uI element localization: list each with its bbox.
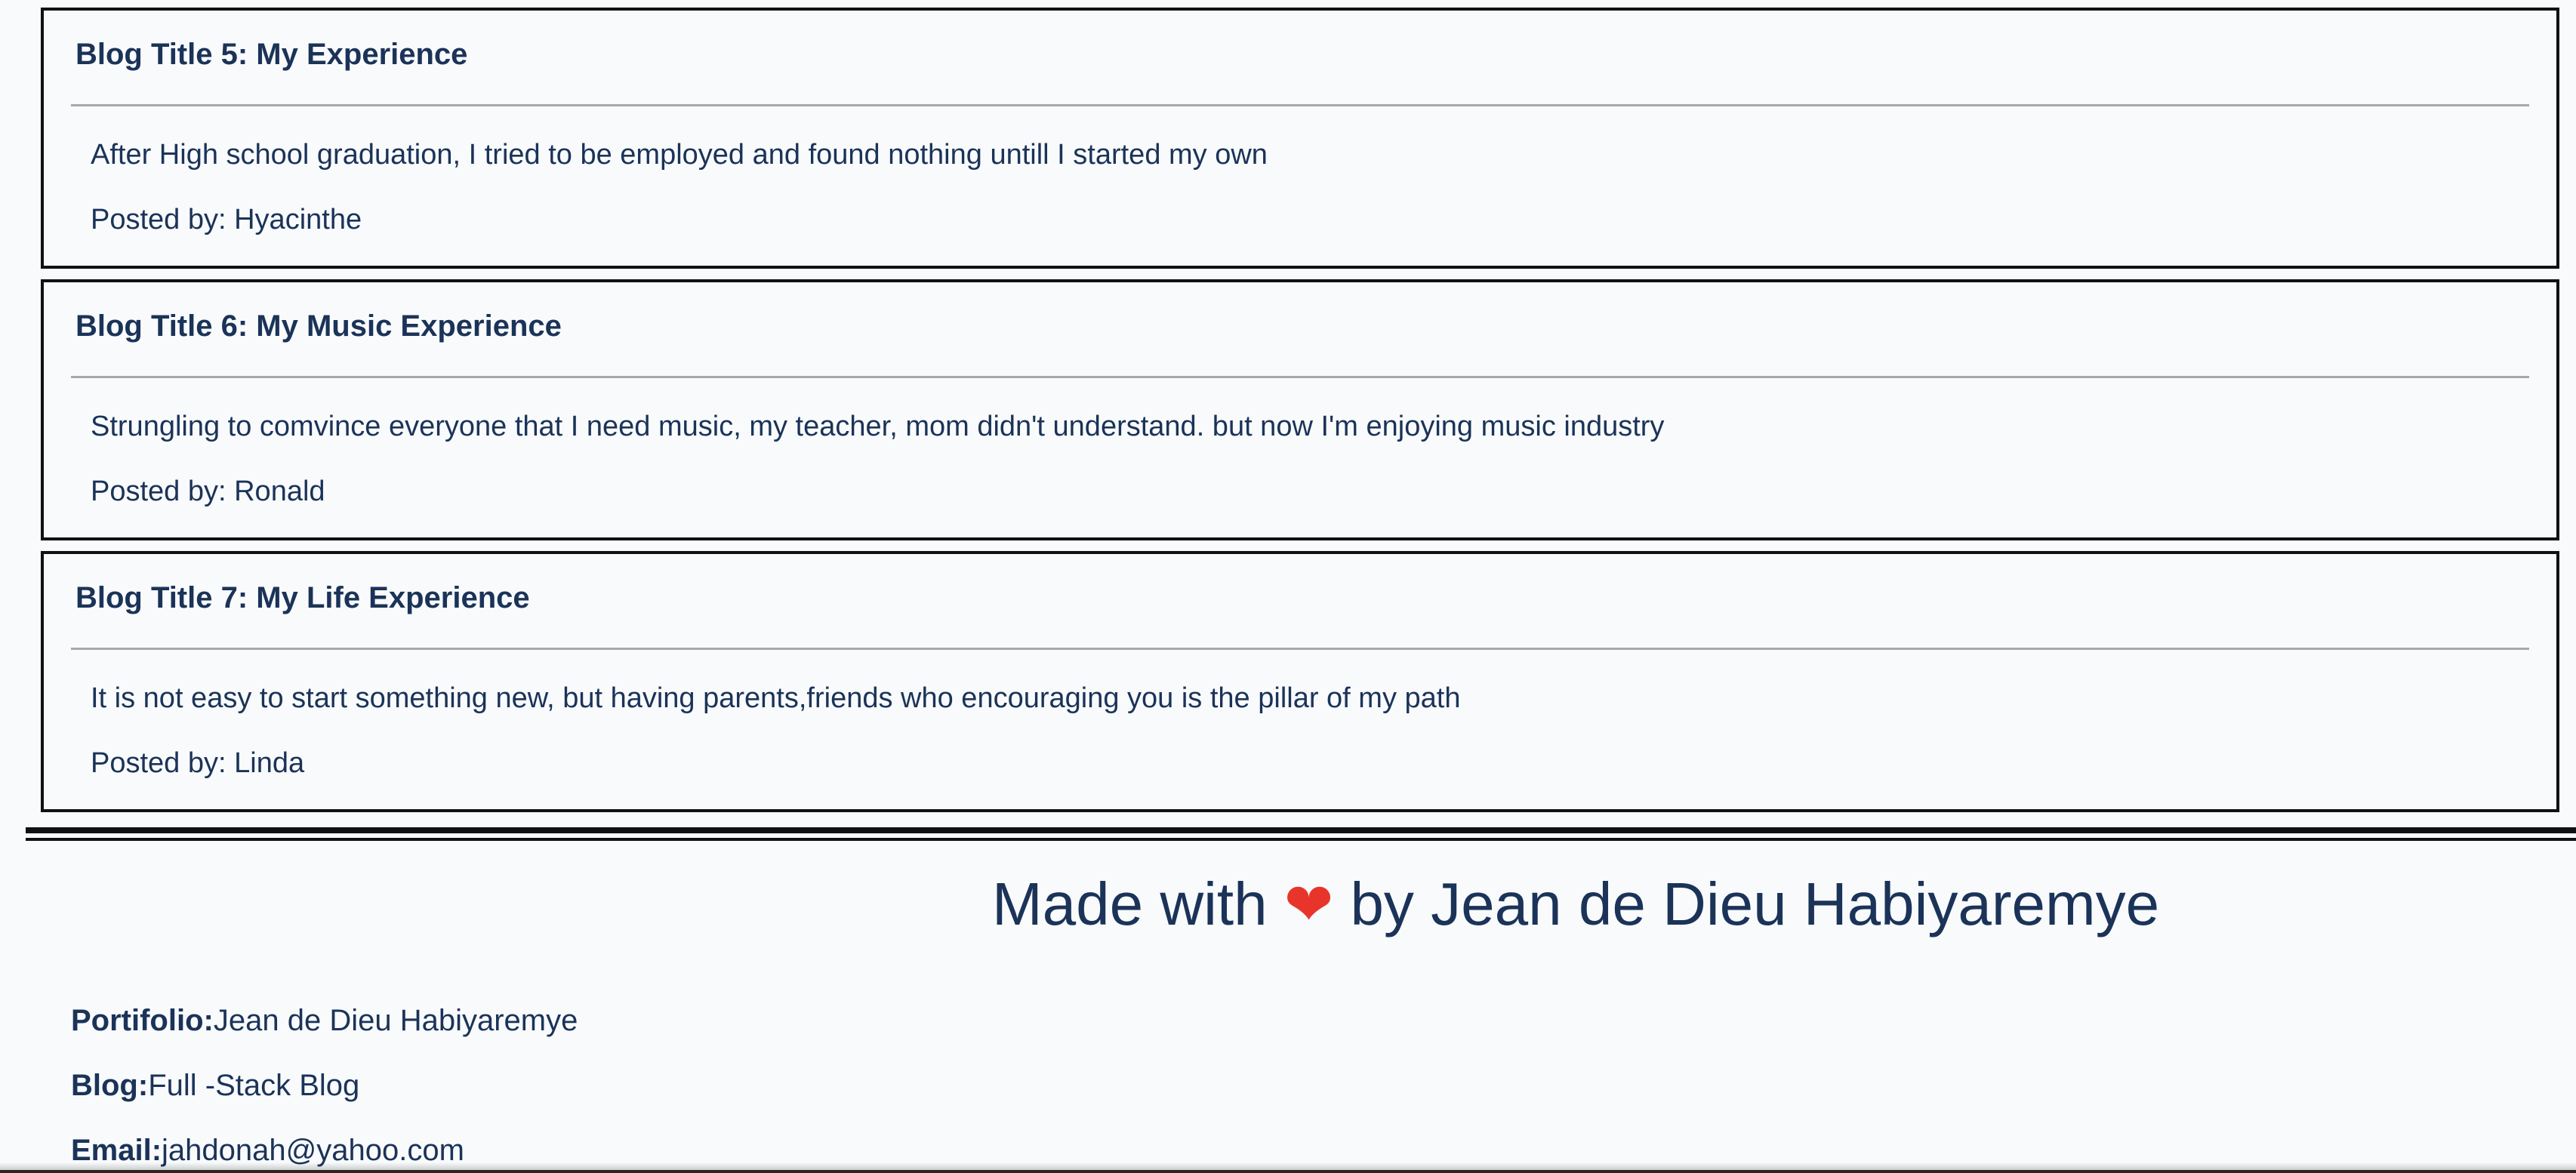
post-divider bbox=[71, 376, 2529, 378]
heart-icon: ❤ bbox=[1283, 871, 1334, 937]
blog-post-author: Posted by: Ronald bbox=[91, 476, 325, 507]
blog-post-author: Posted by: Hyacinthe bbox=[91, 204, 362, 236]
blog-label: Blog: bbox=[71, 1069, 149, 1102]
blog-post-title: Blog Title 6: My Music Experience bbox=[75, 309, 562, 343]
blog-post-title: Blog Title 7: My Life Experience bbox=[75, 581, 530, 614]
footer-blog: Blog:Full -Stack Blog bbox=[71, 1069, 359, 1103]
blog-link[interactable]: Full -Stack Blog bbox=[148, 1069, 359, 1102]
post-divider bbox=[71, 104, 2529, 106]
footer-portfolio: Portifolio:Jean de Dieu Habiyaremye bbox=[71, 1004, 578, 1038]
footer-credit-prefix: Made with bbox=[992, 870, 1268, 937]
window-bottom-edge bbox=[0, 1170, 2576, 1173]
post-divider bbox=[71, 648, 2529, 650]
blog-post-title: Blog Title 5: My Experience bbox=[75, 38, 468, 71]
footer-credit-suffix: by Jean de Dieu Habiyaremye bbox=[1350, 870, 2160, 937]
blog-post-body: Strungling to comvince everyone that I n… bbox=[91, 411, 1665, 442]
blog-post-author: Posted by: Linda bbox=[91, 747, 305, 779]
page: Blog Title 5: My Experience After High s… bbox=[0, 0, 2576, 1173]
blog-post-body: It is not easy to start something new, b… bbox=[91, 682, 1461, 714]
portfolio-link[interactable]: Jean de Dieu Habiyaremye bbox=[214, 1004, 578, 1037]
blog-post-card: Blog Title 7: My Life Experience It is n… bbox=[41, 551, 2559, 812]
blog-post-card: Blog Title 5: My Experience After High s… bbox=[41, 8, 2559, 269]
footer-divider bbox=[26, 827, 2576, 841]
blog-post-list: Blog Title 5: My Experience After High s… bbox=[41, 8, 2559, 823]
blog-post-body: After High school graduation, I tried to… bbox=[91, 139, 1268, 171]
portfolio-label: Portifolio: bbox=[71, 1004, 214, 1037]
footer-credit: Made with ❤ by Jean de Dieu Habiyaremye bbox=[992, 870, 2159, 939]
blog-post-card: Blog Title 6: My Music Experience Strung… bbox=[41, 279, 2559, 540]
